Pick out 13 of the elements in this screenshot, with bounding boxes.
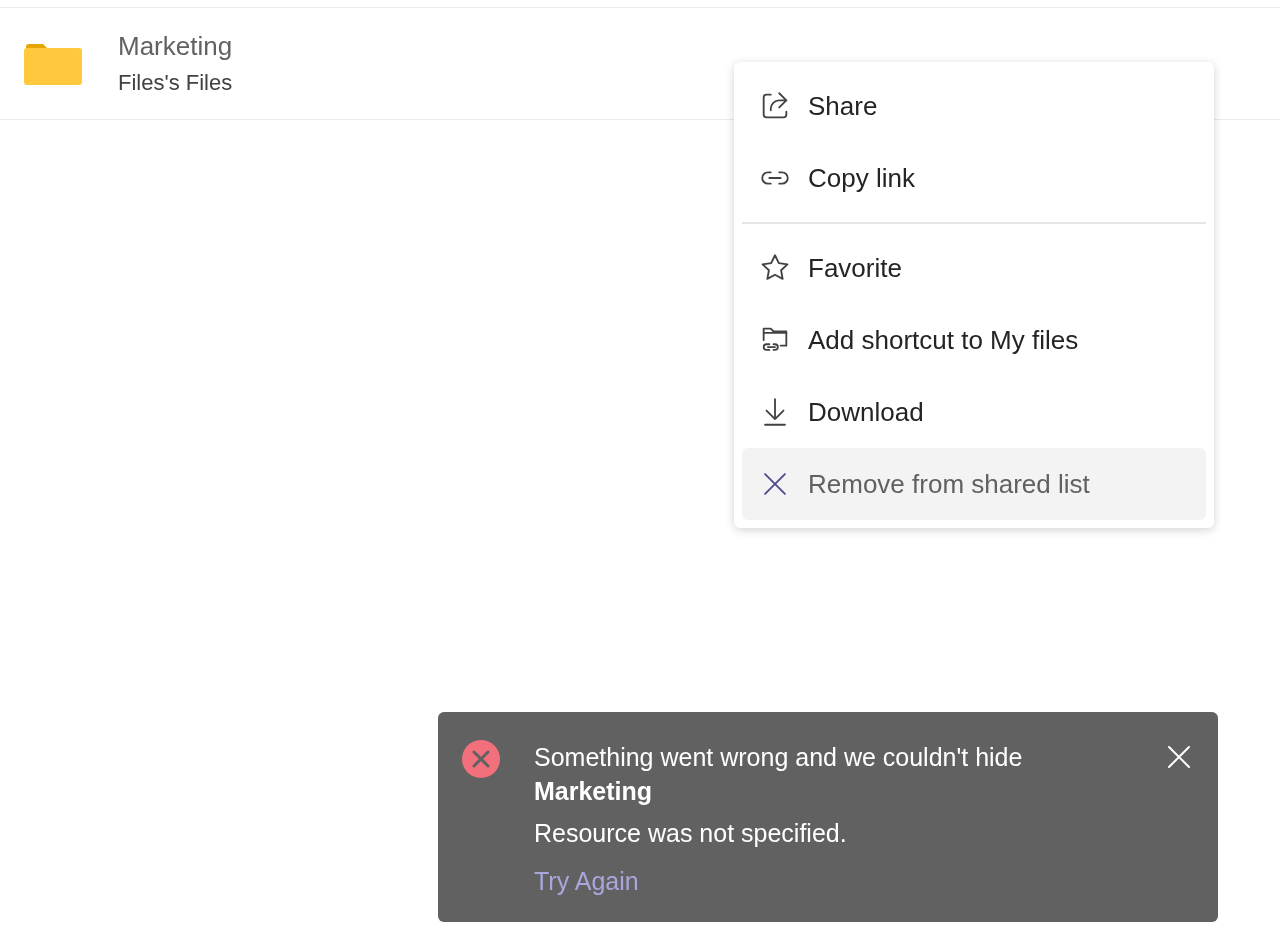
item-name: Marketing xyxy=(534,776,654,807)
menu-item[interactable]: Download xyxy=(742,376,1206,448)
menu-item[interactable]: Add shortcut to My files xyxy=(742,304,1206,376)
file-name[interactable]: Marketing xyxy=(118,31,233,62)
menu-item[interactable]: Favorite xyxy=(742,232,1206,304)
error-message: Something went wrong and we couldn't hide xyxy=(534,742,1024,773)
error-detail: Resource was not specified. xyxy=(534,818,848,849)
file-owner: Files's Files xyxy=(118,70,233,96)
menu-item[interactable]: Remove from shared list xyxy=(742,448,1206,520)
folder-icon xyxy=(24,42,82,85)
error-icon xyxy=(462,740,500,778)
menu-item[interactable]: Share xyxy=(742,70,1206,142)
menu-item[interactable]: Copy link xyxy=(742,142,1206,214)
